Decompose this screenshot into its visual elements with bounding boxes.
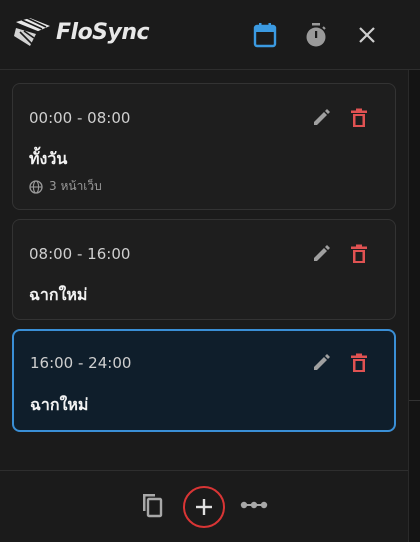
footer-toolbar xyxy=(0,470,408,542)
edit-button[interactable] xyxy=(309,106,333,130)
trash-icon xyxy=(351,353,367,372)
trash-icon xyxy=(351,244,367,263)
add-schedule-button[interactable] xyxy=(183,486,225,528)
edit-icon xyxy=(314,354,330,370)
timer-button[interactable] xyxy=(302,21,330,49)
schedule-list: 00:00 - 08:00 ทั้งวัน 3 หน้าเว็บ 08:00 -… xyxy=(12,83,396,441)
edit-button[interactable] xyxy=(309,242,333,266)
delete-button[interactable] xyxy=(347,242,371,266)
edit-icon xyxy=(314,245,330,261)
calendar-button[interactable] xyxy=(251,21,279,49)
delete-button[interactable] xyxy=(347,106,371,130)
delete-button[interactable] xyxy=(347,351,371,375)
timer-icon xyxy=(306,23,326,47)
edge-strip xyxy=(408,70,420,542)
globe-icon xyxy=(29,179,43,194)
more-button[interactable] xyxy=(240,491,268,519)
more-icon xyxy=(240,501,268,509)
schedule-meta: 3 หน้าเว็บ xyxy=(29,177,102,196)
schedule-title: ฉากใหม่ xyxy=(29,285,88,304)
edit-button[interactable] xyxy=(309,351,333,375)
close-button[interactable] xyxy=(353,21,381,49)
schedule-title: ทั้งวัน xyxy=(29,149,68,168)
logo-icon xyxy=(14,18,50,46)
edit-icon xyxy=(314,109,330,125)
trash-icon xyxy=(351,108,367,127)
schedule-card[interactable]: 00:00 - 08:00 ทั้งวัน 3 หน้าเว็บ xyxy=(12,83,396,210)
copy-icon xyxy=(143,494,163,518)
close-icon xyxy=(359,27,375,43)
schedule-card[interactable]: 08:00 - 16:00 ฉากใหม่ xyxy=(12,219,396,320)
calendar-icon xyxy=(253,23,277,48)
logo: FloSync xyxy=(14,18,150,46)
schedule-title: ฉากใหม่ xyxy=(30,395,89,414)
schedule-time: 16:00 - 24:00 xyxy=(30,354,132,372)
copy-button[interactable] xyxy=(138,491,166,519)
schedule-card-active[interactable]: 16:00 - 24:00 ฉากใหม่ xyxy=(12,329,396,432)
schedule-time: 08:00 - 16:00 xyxy=(29,245,131,263)
app-window: FloSync 00:00 - 08:00 ทั้งวัน 3 หน้าเว็บ… xyxy=(0,0,420,542)
header: FloSync xyxy=(0,0,420,70)
schedule-time: 00:00 - 08:00 xyxy=(29,109,131,127)
add-icon xyxy=(196,499,212,515)
schedule-meta-text: 3 หน้าเว็บ xyxy=(49,179,102,193)
app-name: FloSync xyxy=(56,19,150,45)
